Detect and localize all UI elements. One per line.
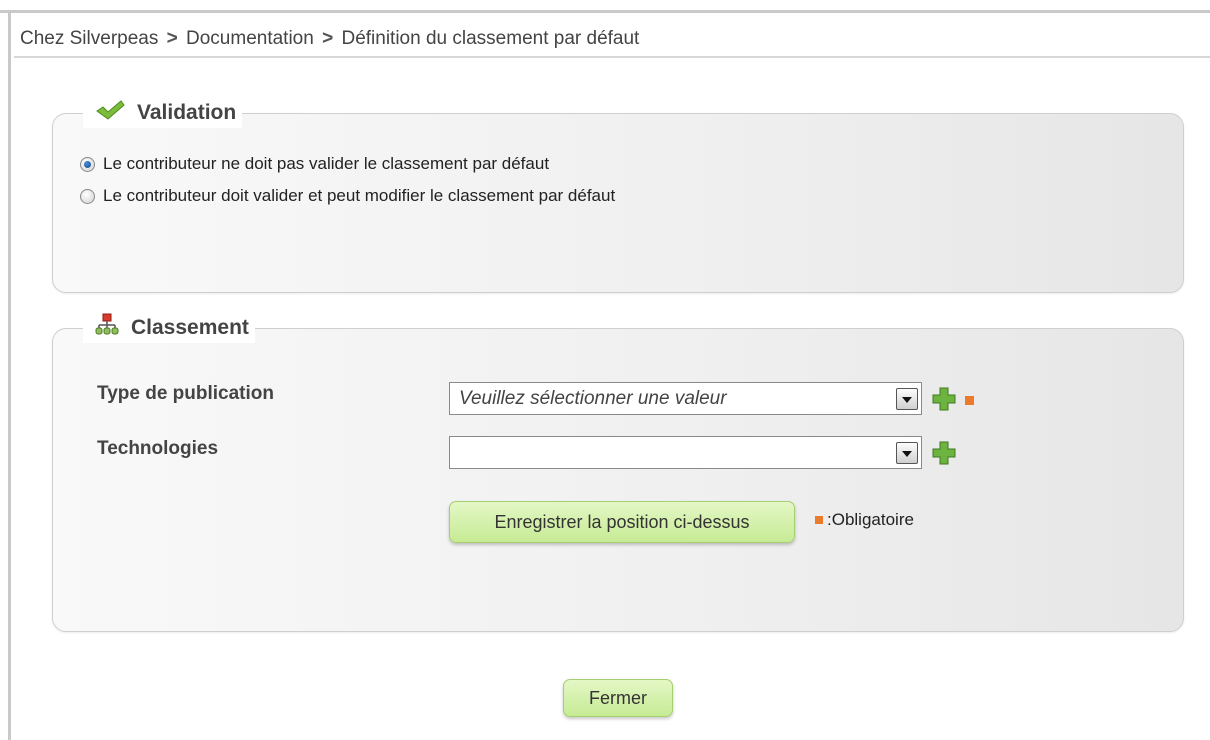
- radio-label[interactable]: Le contributeur doit valider et peut mod…: [103, 186, 615, 206]
- close-button[interactable]: Fermer: [563, 679, 673, 717]
- radio-label[interactable]: Le contributeur ne doit pas valider le c…: [103, 154, 549, 174]
- add-value-icon[interactable]: [932, 387, 956, 411]
- select-type-publication[interactable]: Veuillez sélectionner une valeur: [449, 382, 922, 415]
- breadcrumb: Chez Silverpeas > Documentation > Défini…: [20, 28, 639, 50]
- required-marker: [815, 516, 823, 524]
- breadcrumb-item-documentation[interactable]: Documentation: [186, 28, 314, 49]
- breadcrumb-divider: [14, 56, 1210, 58]
- dropdown-arrow-icon[interactable]: [896, 442, 918, 464]
- validation-legend-text: Validation: [137, 101, 237, 124]
- classement-legend: Classement: [83, 313, 255, 343]
- radio-option-no-validation[interactable]: Le contributeur ne doit pas valider le c…: [80, 154, 549, 174]
- radio-button[interactable]: [80, 188, 95, 204]
- validation-fieldset: Validation Le contributeur ne doit pas v…: [52, 98, 1184, 293]
- select-value: Veuillez sélectionner une valeur: [459, 388, 727, 409]
- breadcrumb-separator: >: [166, 28, 178, 49]
- classement-legend-text: Classement: [131, 316, 249, 339]
- field-label-type-publication: Type de publication: [97, 383, 274, 404]
- frame-top-border: [0, 10, 1210, 13]
- radio-button[interactable]: [80, 156, 95, 172]
- select-technologies[interactable]: [449, 436, 922, 469]
- frame-left-border: [8, 10, 11, 740]
- classement-fieldset: Classement Type de publication Veuillez …: [52, 313, 1184, 632]
- hierarchy-icon: [95, 313, 119, 343]
- dropdown-arrow-icon[interactable]: [896, 388, 918, 410]
- validation-legend: Validation: [83, 98, 243, 128]
- required-marker: [965, 396, 974, 405]
- checkmark-icon: [95, 99, 125, 127]
- field-label-technologies: Technologies: [97, 438, 219, 459]
- save-position-button[interactable]: Enregistrer la position ci-dessus: [449, 501, 795, 543]
- add-value-icon[interactable]: [932, 441, 956, 465]
- required-legend-text: :Obligatoire: [827, 510, 914, 529]
- radio-option-must-validate[interactable]: Le contributeur doit valider et peut mod…: [80, 186, 615, 206]
- breadcrumb-item-home[interactable]: Chez Silverpeas: [20, 28, 158, 49]
- required-legend: :Obligatoire: [815, 510, 914, 530]
- breadcrumb-separator: >: [322, 28, 334, 49]
- breadcrumb-item-current: Définition du classement par défaut: [341, 28, 640, 49]
